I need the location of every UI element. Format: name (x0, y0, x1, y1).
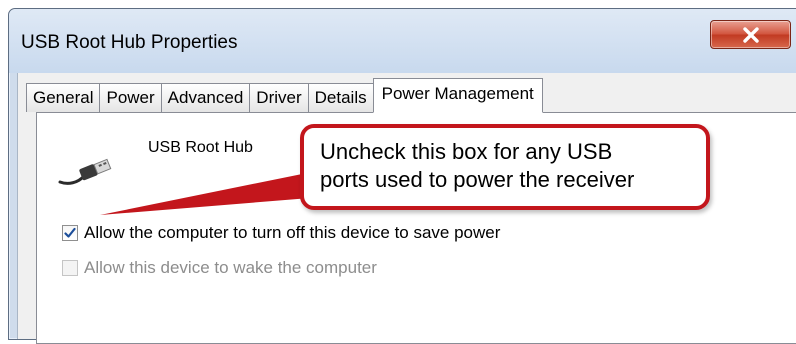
allow-turn-off-checkbox[interactable] (62, 225, 78, 241)
tab-general[interactable]: General (26, 83, 101, 112)
tab-advanced[interactable]: Advanced (160, 83, 251, 112)
tab-details[interactable]: Details (307, 83, 374, 112)
option-allow-turn-off[interactable]: Allow the computer to turn off this devi… (62, 223, 500, 243)
allow-wake-checkbox (62, 260, 78, 276)
allow-turn-off-label[interactable]: Allow the computer to turn off this devi… (84, 223, 500, 243)
tab-power[interactable]: Power (99, 83, 162, 112)
callout-line-2: ports used to power the receiver (320, 167, 635, 192)
option-allow-wake: Allow this device to wake the computer (62, 258, 377, 278)
title-bar[interactable]: USB Root Hub Properties (9, 9, 796, 73)
close-icon (711, 21, 790, 48)
callout-line-1: Uncheck this box for any USB (320, 139, 613, 164)
window-title: USB Root Hub Properties (21, 32, 238, 53)
tab-driver[interactable]: Driver (249, 83, 309, 112)
device-name: USB Root Hub (148, 139, 253, 156)
checkmark-icon (64, 227, 76, 238)
allow-wake-label: Allow this device to wake the computer (84, 258, 377, 277)
annotation-callout: Uncheck this box for any USB ports used … (300, 124, 710, 210)
close-button[interactable] (710, 20, 791, 49)
tab-strip: General Power Advanced Driver Details Po… (26, 78, 543, 113)
tab-power-management[interactable]: Power Management (372, 78, 543, 113)
usb-plug-icon (56, 152, 112, 188)
